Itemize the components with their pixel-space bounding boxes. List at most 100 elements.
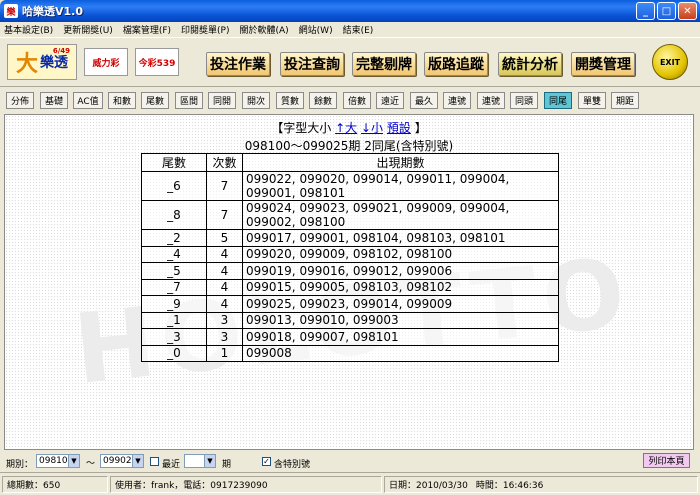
main-toolbar: 6/49 大 樂透 威力彩 今彩539 投注作業 投注查詢 完整剔牌 版路追蹤 … — [0, 37, 700, 87]
btn-co-occur[interactable]: 同開 — [208, 92, 236, 109]
lotto649-logo[interactable]: 6/49 大 樂透 — [7, 44, 77, 80]
full-elimination-button[interactable]: 完整剔牌 — [352, 52, 416, 76]
window-title: 哈樂透V1.0 — [22, 5, 83, 18]
font-increase-link[interactable]: ↑大 — [335, 121, 357, 135]
dropdown-arrow-icon[interactable]: ▼ — [204, 455, 215, 467]
recent-label: 最近 — [162, 460, 181, 470]
font-default-link[interactable]: 預設 — [387, 121, 411, 135]
status-bar: 總期數：650 使用者：frank，電話：0917239090 日期：2010/… — [0, 472, 700, 495]
btn-sum[interactable]: 和數 — [108, 92, 136, 109]
range-tilde: ～ — [86, 459, 96, 469]
periods-cell: 099017, 099001, 098104, 098103, 098101 — [242, 229, 559, 247]
daily539-logo[interactable]: 今彩539 — [135, 48, 179, 76]
pattern-tracking-button[interactable]: 版路追蹤 — [424, 52, 488, 76]
draw-management-button[interactable]: 開獎管理 — [571, 52, 635, 76]
period-to-select[interactable]: 099025 ▼ — [100, 454, 144, 468]
tail-cell: _1 — [141, 311, 207, 329]
table-row: _8 7 099024, 099023, 099021, 099009, 099… — [141, 200, 559, 230]
tail-cell: _6 — [141, 171, 207, 201]
btn-ac-value[interactable]: AC值 — [73, 92, 103, 109]
font-size-controls: 【字型大小 ↑大 ↓小 預設 】 — [271, 121, 427, 135]
periods-cell: 099024, 099023, 099021, 099009, 099004, … — [242, 200, 559, 230]
minimize-button[interactable]: _ — [636, 2, 655, 20]
menu-exit[interactable]: 結束(E) — [343, 23, 374, 36]
btn-near-far[interactable]: 遠近 — [376, 92, 404, 109]
count-cell: 4 — [206, 278, 243, 296]
btn-prime[interactable]: 質數 — [276, 92, 304, 109]
menu-website[interactable]: 網站(W) — [299, 23, 333, 36]
btn-same-head[interactable]: 同頭 — [510, 92, 538, 109]
title-bar[interactable]: 樂 哈樂透V1.0 _ □ ✕ — [0, 0, 700, 22]
include-special-label: 含特別號 — [274, 460, 311, 470]
period-label: 期別： — [6, 460, 34, 470]
recent-count-select[interactable]: ▼ — [184, 454, 216, 468]
tail-cell: _9 — [141, 295, 207, 313]
btn-range[interactable]: 區間 — [175, 92, 203, 109]
periods-cell: 099022, 099020, 099014, 099011, 099004, … — [242, 171, 559, 201]
btn-distribution[interactable]: 分佈 — [6, 92, 34, 109]
analysis-toolbar: 分佈 基礎 AC值 和數 尾數 區間 同開 開次 質數 餘數 倍數 遠近 最久 … — [0, 88, 700, 114]
menu-about[interactable]: 關於軟體(A) — [239, 23, 288, 36]
count-cell: 4 — [206, 245, 243, 263]
table-row: _5 4 099019, 099016, 099012, 099006 — [141, 262, 559, 280]
tail-cell: _3 — [141, 328, 207, 346]
tail-cell: _8 — [141, 200, 207, 230]
btn-longest[interactable]: 最久 — [410, 92, 438, 109]
menu-basic-settings[interactable]: 基本設定(B) — [4, 23, 53, 36]
btn-multiple[interactable]: 倍數 — [343, 92, 371, 109]
count-cell: 4 — [206, 262, 243, 280]
app-icon: 樂 — [4, 4, 18, 18]
count-cell: 3 — [206, 311, 243, 329]
menu-update-draws[interactable]: 更新開獎(U) — [63, 23, 113, 36]
btn-same-tail[interactable]: 同尾 — [544, 92, 572, 109]
menu-print-tickets[interactable]: 印閱獎單(P) — [181, 23, 229, 36]
periods-cell: 099025, 099023, 099014, 099009 — [242, 295, 559, 313]
col-tail: 尾數 — [141, 153, 207, 172]
dropdown-arrow-icon[interactable]: ▼ — [132, 455, 143, 467]
periods-cell: 099018, 099007, 098101 — [242, 328, 559, 346]
bet-query-button[interactable]: 投注查詢 — [280, 52, 344, 76]
recent-checkbox[interactable] — [150, 457, 159, 466]
btn-basic[interactable]: 基礎 — [40, 92, 68, 109]
tail-cell: _5 — [141, 262, 207, 280]
exit-button[interactable]: EXIT — [652, 44, 688, 80]
betting-button[interactable]: 投注作業 — [206, 52, 270, 76]
periods-cell: 099013, 099010, 099003 — [242, 311, 559, 329]
power-lottery-logo[interactable]: 威力彩 — [84, 48, 128, 76]
status-user: 使用者：frank，電話：0917239090 — [110, 476, 382, 493]
btn-tail[interactable]: 尾數 — [141, 92, 169, 109]
menu-bar: 基本設定(B) 更新開獎(U) 檔案管理(F) 印閱獎單(P) 關於軟體(A) … — [0, 22, 700, 36]
table-row: _4 4 099020, 099009, 098102, 098100 — [141, 245, 559, 263]
table-row: _0 1 099008 — [141, 344, 559, 362]
menu-file-management[interactable]: 檔案管理(F) — [123, 23, 171, 36]
status-total-periods: 總期數：650 — [2, 476, 108, 493]
periods-cell: 099019, 099016, 099012, 099006 — [242, 262, 559, 280]
statistics-button[interactable]: 統計分析 — [498, 52, 562, 76]
count-cell: 7 — [206, 171, 243, 201]
table-row: _6 7 099022, 099020, 099014, 099011, 099… — [141, 171, 559, 201]
tail-cell: _0 — [141, 344, 207, 362]
btn-remainder[interactable]: 餘數 — [309, 92, 337, 109]
count-cell: 3 — [206, 328, 243, 346]
include-special-checkbox[interactable]: ✓ — [262, 457, 271, 466]
periods-cell: 099008 — [242, 344, 559, 362]
count-cell: 4 — [206, 295, 243, 313]
print-page-button[interactable]: 列印本頁 — [643, 453, 690, 468]
count-cell: 1 — [206, 344, 243, 362]
btn-period-gap[interactable]: 期距 — [611, 92, 639, 109]
btn-consecutive-2[interactable]: 連號 — [477, 92, 505, 109]
maximize-button[interactable]: □ — [657, 2, 676, 20]
font-decrease-link[interactable]: ↓小 — [361, 121, 383, 135]
count-cell: 7 — [206, 200, 243, 230]
period-from-select[interactable]: 098100 ▼ — [36, 454, 80, 468]
btn-consecutive[interactable]: 連號 — [443, 92, 471, 109]
col-periods: 出現期數 — [242, 153, 559, 172]
btn-draw-count[interactable]: 開次 — [242, 92, 270, 109]
close-button[interactable]: ✕ — [678, 2, 697, 20]
col-count: 次數 — [206, 153, 243, 172]
table-row: _3 3 099018, 099007, 098101 — [141, 328, 559, 346]
dropdown-arrow-icon[interactable]: ▼ — [68, 455, 79, 467]
result-panel: HOLOTTO 【字型大小 ↑大 ↓小 預設 】 098100～099025期 … — [4, 114, 694, 450]
count-cell: 5 — [206, 229, 243, 247]
btn-odd-even[interactable]: 單雙 — [578, 92, 606, 109]
